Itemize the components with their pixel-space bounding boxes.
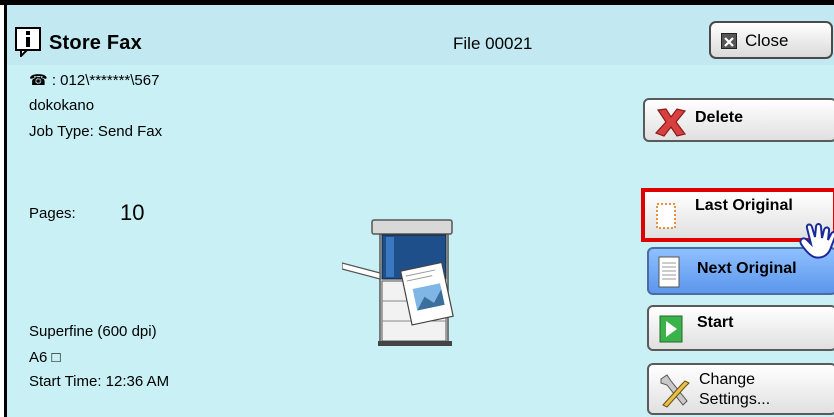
start-label: Start <box>697 314 734 331</box>
job-type: Job Type: Send Fax <box>29 123 163 140</box>
title-bar: Store Fax File 00021 Close <box>4 5 834 65</box>
play-icon <box>659 315 683 343</box>
delete-button[interactable]: Delete <box>643 98 834 142</box>
last-original-label: Last Original <box>695 197 793 214</box>
next-original-label: Next Original <box>697 260 797 277</box>
phone-number: ☎ : 012\*******\567 <box>29 72 160 89</box>
page-title: Store Fax <box>49 32 142 54</box>
info-icon <box>15 27 41 57</box>
change-settings-label-1: Change <box>699 371 756 388</box>
delete-label: Delete <box>695 109 744 126</box>
start-time: Start Time: 12:36 AM <box>29 373 170 390</box>
document-icon <box>658 256 680 288</box>
close-icon <box>721 33 737 49</box>
printer-illustration <box>342 219 454 346</box>
close-label: Close <box>745 31 789 50</box>
start-button[interactable]: Start <box>647 305 834 351</box>
file-number: File 00021 <box>453 34 533 53</box>
change-settings-label-2: Settings... <box>699 391 771 408</box>
pages-value: 10 <box>120 200 145 225</box>
change-settings-button[interactable]: Change Settings... <box>647 363 834 415</box>
pointing-hand-icon <box>799 223 834 259</box>
tools-icon <box>660 374 690 408</box>
pages-label: Pages: <box>29 205 76 222</box>
paper-size: A6 □ <box>29 349 61 366</box>
recipient-name: dokokano <box>29 97 95 114</box>
delete-x-icon <box>654 108 687 137</box>
blank-page-icon <box>656 203 676 229</box>
screen: Store Fax File 00021 Close ☎ : 012\*****… <box>0 0 834 417</box>
close-button[interactable]: Close <box>709 21 833 59</box>
content-area: ☎ : 012\*******\567 dokokano Job Type: S… <box>4 65 834 417</box>
resolution: Superfine (600 dpi) <box>29 323 157 340</box>
